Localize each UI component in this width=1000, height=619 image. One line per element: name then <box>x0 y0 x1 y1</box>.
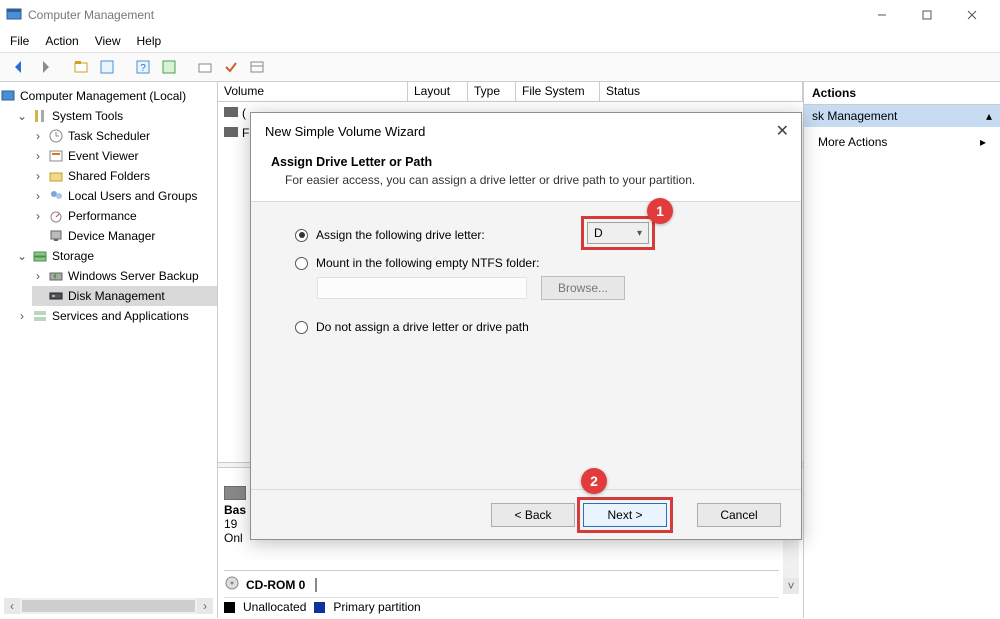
help-icon[interactable]: ? <box>132 56 154 78</box>
chevron-right-icon[interactable]: › <box>32 269 44 283</box>
chevron-right-icon[interactable]: › <box>32 169 44 183</box>
tree-shared-folders[interactable]: ›Shared Folders <box>32 166 217 186</box>
forward-button[interactable] <box>34 56 56 78</box>
col-layout[interactable]: Layout <box>408 82 468 101</box>
disk-icon <box>224 489 246 503</box>
window-titlebar: Computer Management <box>0 0 1000 30</box>
tree-event-viewer[interactable]: ›Event Viewer <box>32 146 217 166</box>
tool-icon-2[interactable] <box>96 56 118 78</box>
menu-help[interactable]: Help <box>137 34 162 48</box>
scroll-right-icon[interactable]: › <box>197 598 213 614</box>
browse-button[interactable]: Browse... <box>541 276 625 300</box>
tree-task-scheduler[interactable]: ›Task Scheduler <box>32 126 217 146</box>
legend-label-unallocated: Unallocated <box>243 600 306 614</box>
col-type[interactable]: Type <box>468 82 516 101</box>
tree-storage[interactable]: ⌄ Storage <box>16 246 217 266</box>
tree-local-users[interactable]: ›Local Users and Groups <box>32 186 217 206</box>
option-mount-folder[interactable]: Mount in the following empty NTFS folder… <box>295 256 775 270</box>
menu-view[interactable]: View <box>95 34 121 48</box>
chevron-right-icon[interactable]: › <box>16 309 28 323</box>
ntfs-folder-input[interactable] <box>317 277 527 299</box>
cancel-button[interactable]: Cancel <box>697 503 781 527</box>
back-button[interactable]: < Back <box>491 503 575 527</box>
menu-action[interactable]: Action <box>45 34 78 48</box>
actions-pane: Actions sk Management ▴ More Actions ▸ <box>804 82 1000 618</box>
wizard-heading: Assign Drive Letter or Path <box>271 155 781 169</box>
navigation-tree: Computer Management (Local) ⌄ System Too… <box>0 82 218 618</box>
actions-more[interactable]: More Actions ▸ <box>804 127 1000 157</box>
tree-scrollbar-horizontal[interactable]: ‹ › <box>4 598 213 614</box>
tree-device-manager[interactable]: ›Device Manager <box>32 226 217 246</box>
tool-icon-3[interactable] <box>158 56 180 78</box>
next-button[interactable]: Next > <box>583 503 667 527</box>
disk-icon <box>224 126 238 140</box>
legend: Unallocated Primary partition <box>224 597 779 614</box>
tool-icon-4[interactable] <box>194 56 216 78</box>
tree-root[interactable]: Computer Management (Local) <box>0 86 217 106</box>
tree-disk-management[interactable]: ›Disk Management <box>32 286 217 306</box>
chevron-down-icon[interactable]: ⌄ <box>16 249 28 263</box>
check-icon[interactable] <box>220 56 242 78</box>
chevron-down-icon[interactable]: ⌄ <box>16 109 28 123</box>
chevron-right-icon[interactable]: › <box>32 129 44 143</box>
collapse-up-icon[interactable]: ▴ <box>986 109 992 123</box>
close-icon[interactable]: ✕ <box>761 121 789 141</box>
wizard-title: New Simple Volume Wizard <box>265 124 425 139</box>
col-status[interactable]: Status <box>600 82 803 101</box>
volume-grid-header: Volume Layout Type File System Status <box>218 82 803 102</box>
tree-services-apps[interactable]: › Services and Applications <box>16 306 217 326</box>
callout-badge-1: 1 <box>647 198 673 224</box>
wizard-subheading: For easier access, you can assign a driv… <box>271 173 781 187</box>
col-filesystem[interactable]: File System <box>516 82 600 101</box>
scroll-down-icon[interactable]: ˅ <box>783 578 799 594</box>
toolbar: ? <box>0 52 1000 82</box>
minimize-button[interactable] <box>859 0 904 30</box>
menu-bar: File Action View Help <box>0 30 1000 52</box>
chevron-down-icon: ▾ <box>637 228 642 239</box>
scroll-left-icon[interactable]: ‹ <box>4 598 20 614</box>
tree-system-tools[interactable]: ⌄ System Tools <box>16 106 217 126</box>
col-volume[interactable]: Volume <box>218 82 408 101</box>
app-icon <box>6 7 22 23</box>
tree-windows-backup[interactable]: ›Windows Server Backup <box>32 266 217 286</box>
cdrom-icon <box>224 575 240 594</box>
new-simple-volume-wizard: New Simple Volume Wizard ✕ Assign Drive … <box>250 112 802 540</box>
back-button[interactable] <box>8 56 30 78</box>
actions-header: Actions <box>804 82 1000 105</box>
legend-swatch-primary <box>314 602 325 613</box>
close-window-button[interactable] <box>949 0 994 30</box>
radio-no-letter[interactable] <box>295 321 308 334</box>
option-no-letter[interactable]: Do not assign a drive letter or drive pa… <box>295 320 775 334</box>
chevron-right-icon[interactable]: › <box>32 189 44 203</box>
chevron-right-icon: ▸ <box>980 135 986 149</box>
drive-letter-select[interactable]: D ▾ <box>587 222 649 244</box>
tool-icon-5[interactable] <box>246 56 268 78</box>
legend-label-primary: Primary partition <box>333 600 420 614</box>
tree-performance[interactable]: ›Performance <box>32 206 217 226</box>
svg-text:?: ? <box>140 63 146 74</box>
cdrom-row[interactable]: CD-ROM 0 <box>224 570 779 594</box>
radio-mount-folder[interactable] <box>295 257 308 270</box>
menu-file[interactable]: File <box>10 34 29 48</box>
actions-group[interactable]: sk Management ▴ <box>804 105 1000 127</box>
radio-assign-letter[interactable] <box>295 229 308 242</box>
callout-badge-2: 2 <box>581 468 607 494</box>
legend-swatch-unallocated <box>224 602 235 613</box>
tree-root-label: Computer Management (Local) <box>20 89 186 103</box>
option-assign-letter[interactable]: Assign the following drive letter: <box>295 228 775 242</box>
window-title: Computer Management <box>28 8 154 22</box>
disk-icon <box>224 106 238 120</box>
maximize-button[interactable] <box>904 0 949 30</box>
tool-icon-1[interactable] <box>70 56 92 78</box>
chevron-right-icon[interactable]: › <box>32 149 44 163</box>
chevron-right-icon[interactable]: › <box>32 209 44 223</box>
